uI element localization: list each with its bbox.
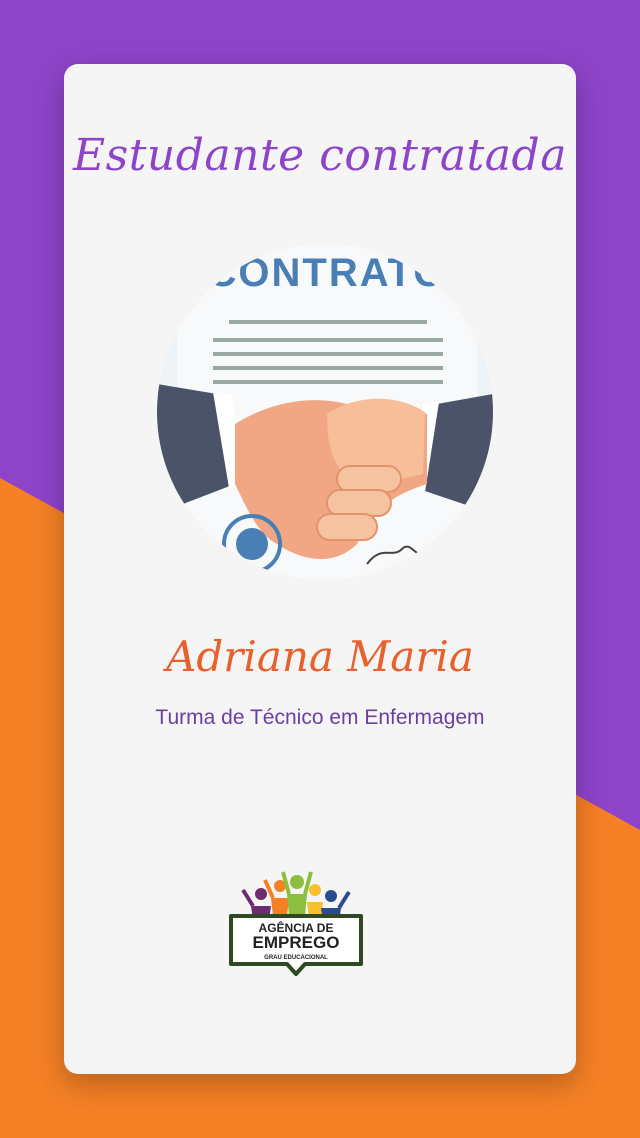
course-subtitle: Turma de Técnico em Enfermagem bbox=[155, 706, 485, 729]
student-name: Adriana Maria bbox=[166, 632, 474, 681]
card-title: Estudante contratada bbox=[73, 130, 567, 181]
logo-line3: GRAU EDUCACIONAL bbox=[264, 955, 328, 961]
logo-line2: EMPREGO bbox=[253, 933, 340, 952]
agencia-de-emprego-logo: AGÊNCIA DE EMPREGO GRAU EDUCACIONAL bbox=[229, 871, 363, 976]
contract-handshake-image: CONTRATO bbox=[157, 244, 493, 580]
